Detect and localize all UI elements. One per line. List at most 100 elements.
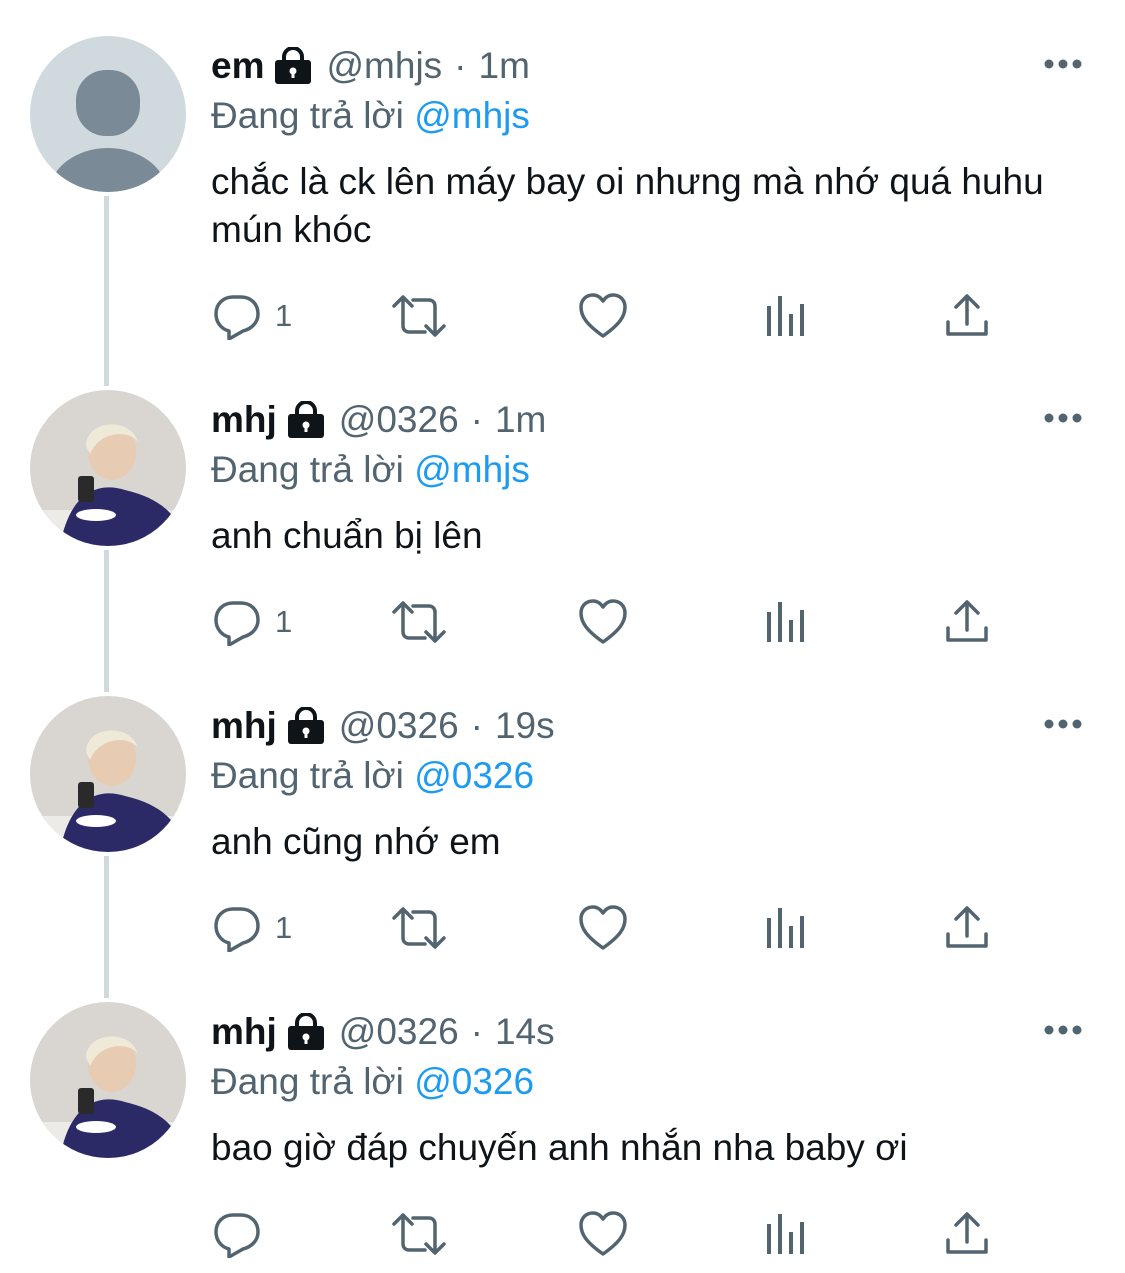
replying-to: Đang trả lời @mhjs bbox=[211, 446, 530, 494]
display-name[interactable]: mhj bbox=[211, 1008, 277, 1056]
replying-label: Đang trả lời bbox=[211, 95, 404, 136]
replying-label: Đang trả lời bbox=[211, 755, 404, 796]
share-button[interactable] bbox=[944, 898, 990, 958]
tweet-text: bao giờ đáp chuyến anh nhắn nha baby ơi bbox=[211, 1127, 908, 1168]
mention-link[interactable]: @mhjs bbox=[414, 95, 530, 136]
share-button[interactable] bbox=[944, 1204, 990, 1264]
tweet-header: mhj @0326 · 19s bbox=[211, 702, 555, 750]
display-name[interactable]: mhj bbox=[211, 702, 277, 750]
replying-label: Đang trả lời bbox=[211, 449, 404, 490]
more-icon[interactable] bbox=[1043, 716, 1083, 732]
handle[interactable]: @0326 bbox=[339, 702, 459, 750]
views-button[interactable] bbox=[765, 592, 807, 652]
reply-count: 1 bbox=[275, 604, 293, 639]
timestamp[interactable]: 1m bbox=[495, 396, 546, 444]
like-icon bbox=[579, 905, 627, 950]
reply-icon bbox=[214, 601, 260, 646]
lock-icon bbox=[287, 707, 324, 744]
mention-link[interactable]: @0326 bbox=[414, 1061, 534, 1102]
reply-count: 1 bbox=[275, 910, 293, 945]
share-icon bbox=[946, 1212, 988, 1254]
tweet-header: mhj @0326 · 14s bbox=[211, 1008, 555, 1056]
like-icon bbox=[579, 599, 627, 644]
views-button[interactable] bbox=[765, 1204, 807, 1264]
views-button[interactable] bbox=[765, 898, 807, 958]
more-icon[interactable] bbox=[1043, 410, 1083, 426]
mention-link[interactable]: @0326 bbox=[414, 755, 534, 796]
separator-dot: · bbox=[470, 1011, 483, 1052]
retweet-button[interactable] bbox=[390, 286, 448, 346]
tweet-header: em @mhjs · 1m bbox=[211, 42, 530, 90]
reply-count: 1 bbox=[275, 298, 293, 333]
separator-dot: · bbox=[454, 45, 467, 86]
retweet-icon bbox=[392, 907, 446, 949]
views-icon bbox=[767, 1214, 804, 1254]
display-name[interactable]: mhj bbox=[211, 396, 277, 444]
like-icon bbox=[579, 293, 627, 338]
like-button[interactable] bbox=[578, 592, 628, 652]
action-bar: 1 bbox=[0, 592, 1125, 652]
display-name[interactable]: em bbox=[211, 42, 264, 90]
views-button[interactable] bbox=[765, 286, 807, 346]
action-bar: 1 bbox=[0, 898, 1125, 958]
reply-button[interactable] bbox=[213, 1204, 275, 1264]
default-avatar-icon bbox=[30, 36, 186, 192]
retweet-button[interactable] bbox=[390, 898, 448, 958]
views-icon bbox=[767, 296, 804, 336]
retweet-icon bbox=[392, 1213, 446, 1255]
avatar[interactable] bbox=[30, 390, 186, 546]
timestamp[interactable]: 19s bbox=[495, 702, 555, 750]
share-button[interactable] bbox=[944, 592, 990, 652]
retweet-icon bbox=[392, 295, 446, 337]
tweet[interactable]: mhj @0326 · 14s Đang trả lời @0326 bao g… bbox=[0, 966, 1125, 1272]
reply-icon bbox=[214, 295, 260, 340]
handle[interactable]: @mhjs bbox=[326, 42, 442, 90]
like-button[interactable] bbox=[578, 1204, 628, 1264]
retweet-icon bbox=[392, 601, 446, 643]
more-icon[interactable] bbox=[1043, 56, 1083, 72]
reply-button[interactable]: 1 bbox=[213, 286, 292, 346]
action-bar bbox=[0, 1204, 1125, 1264]
tweet-text: chắc là ck lên máy bay oi nhưng mà nhớ q… bbox=[211, 161, 1044, 250]
profile-photo-icon bbox=[30, 696, 186, 852]
more-icon[interactable] bbox=[1043, 1022, 1083, 1038]
replying-to: Đang trả lời @0326 bbox=[211, 752, 534, 800]
avatar[interactable] bbox=[30, 36, 186, 192]
share-icon bbox=[946, 906, 988, 948]
retweet-button[interactable] bbox=[390, 592, 448, 652]
avatar[interactable] bbox=[30, 1002, 186, 1158]
tweet-header: mhj @0326 · 1m bbox=[211, 396, 546, 444]
tweet[interactable]: mhj @0326 · 19s Đang trả lời @0326 anh c… bbox=[0, 660, 1125, 966]
separator-dot: · bbox=[470, 705, 483, 746]
tweet[interactable]: em @mhjs · 1m Đang trả lời @mhjs chắc là… bbox=[0, 0, 1125, 340]
replying-to: Đang trả lời @0326 bbox=[211, 1058, 534, 1106]
share-button[interactable] bbox=[944, 286, 990, 346]
lock-icon bbox=[287, 401, 324, 438]
reply-button[interactable]: 1 bbox=[213, 898, 292, 958]
share-icon bbox=[946, 600, 988, 642]
lock-icon bbox=[287, 1013, 324, 1050]
separator-dot: · bbox=[470, 399, 483, 440]
tweet-text: anh cũng nhớ em bbox=[211, 821, 501, 862]
action-bar: 1 bbox=[0, 286, 1125, 346]
profile-photo-icon bbox=[30, 1002, 186, 1158]
retweet-button[interactable] bbox=[390, 1204, 448, 1264]
reply-icon bbox=[214, 907, 260, 952]
replying-label: Đang trả lời bbox=[211, 1061, 404, 1102]
timestamp[interactable]: 14s bbox=[495, 1008, 555, 1056]
avatar[interactable] bbox=[30, 696, 186, 852]
like-button[interactable] bbox=[578, 286, 628, 346]
tweet-text: anh chuẩn bị lên bbox=[211, 515, 483, 556]
mention-link[interactable]: @mhjs bbox=[414, 449, 530, 490]
handle[interactable]: @0326 bbox=[339, 396, 459, 444]
like-button[interactable] bbox=[578, 898, 628, 958]
tweet[interactable]: mhj @0326 · 1m Đang trả lời @mhjs anh ch… bbox=[0, 354, 1125, 660]
reply-button[interactable]: 1 bbox=[213, 592, 292, 652]
timestamp[interactable]: 1m bbox=[479, 42, 530, 90]
like-icon bbox=[579, 1211, 627, 1256]
profile-photo-icon bbox=[30, 390, 186, 546]
lock-icon bbox=[275, 47, 312, 84]
views-icon bbox=[767, 602, 804, 642]
handle[interactable]: @0326 bbox=[339, 1008, 459, 1056]
reply-icon bbox=[214, 1213, 260, 1258]
